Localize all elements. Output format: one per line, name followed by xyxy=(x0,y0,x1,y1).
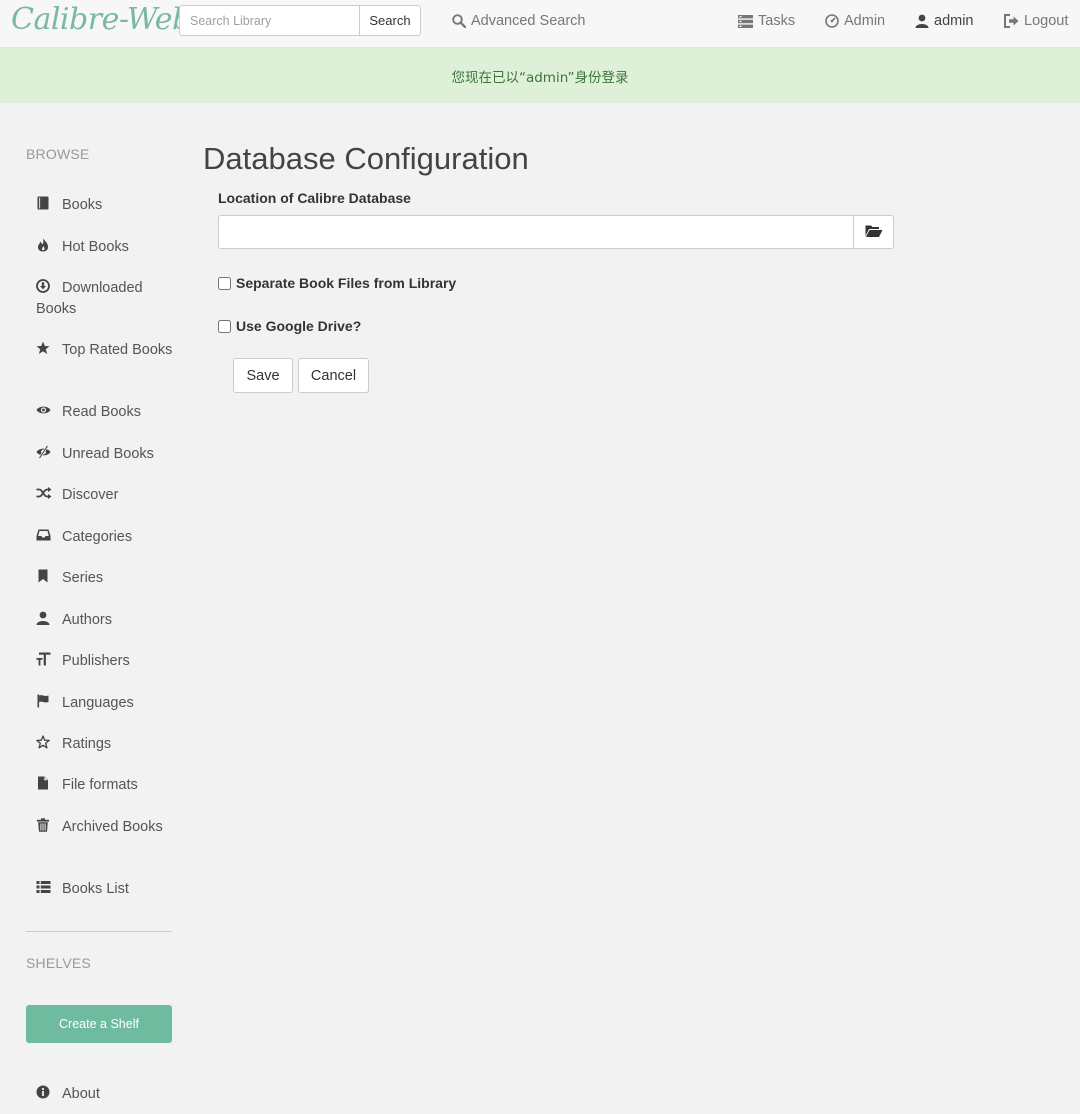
advanced-search-link[interactable]: Advanced Search xyxy=(452,13,585,29)
random-icon xyxy=(36,486,52,500)
top-navbar: Calibre-Web Search Advanced Search Tasks… xyxy=(0,0,1080,48)
sidebar-item-books-list[interactable]: Books List xyxy=(36,879,176,900)
search-input[interactable] xyxy=(179,5,360,36)
user-label: admin xyxy=(934,13,974,29)
sidebar-item-books[interactable]: Books xyxy=(36,195,176,216)
sidebar-item-authors[interactable]: Authors xyxy=(36,610,176,631)
browse-folder-button[interactable] xyxy=(853,215,894,249)
shelves-header: SHELVES xyxy=(26,955,91,971)
search-icon xyxy=(452,14,466,28)
tasks-label: Tasks xyxy=(758,13,796,29)
sidebar-divider xyxy=(26,931,172,932)
separate-files-label: Separate Book Files from Library xyxy=(236,275,457,291)
bookmark-icon xyxy=(36,569,52,583)
user-icon xyxy=(915,14,929,28)
advanced-search-label: Advanced Search xyxy=(471,13,586,29)
eye-slash-icon xyxy=(36,445,52,459)
logout-link[interactable]: Logout xyxy=(1004,13,1068,29)
brand-logo[interactable]: Calibre-Web xyxy=(11,2,191,37)
star-icon xyxy=(36,341,52,355)
separate-files-row: Separate Book Files from Library xyxy=(218,275,456,291)
create-shelf-button[interactable]: Create a Shelf xyxy=(26,1005,172,1043)
login-flash-message: 您现在已以“admin”身份登录 xyxy=(0,48,1080,103)
list-icon xyxy=(36,880,52,894)
sidebar-item-publishers[interactable]: Publishers xyxy=(36,651,176,672)
sidebar-item-languages[interactable]: Languages xyxy=(36,693,176,714)
admin-label: Admin xyxy=(844,13,886,29)
sidebar-item-file-formats[interactable]: File formats xyxy=(36,775,176,796)
tasks-link[interactable]: Tasks xyxy=(738,13,795,29)
sidebar-item-archived-books[interactable]: Archived Books xyxy=(36,817,176,838)
book-icon xyxy=(36,196,52,210)
sidebar-item-unread-books[interactable]: Unread Books xyxy=(36,444,176,465)
info-icon xyxy=(36,1085,52,1099)
google-drive-checkbox[interactable] xyxy=(218,319,231,333)
folder-open-icon xyxy=(865,224,883,241)
tasks-icon xyxy=(738,14,753,28)
logout-label: Logout xyxy=(1024,13,1069,29)
admin-link[interactable]: Admin xyxy=(825,13,885,29)
sidebar-item-downloaded-books[interactable]: Downloaded Books xyxy=(36,278,176,320)
user-icon xyxy=(36,611,52,625)
google-drive-label: Use Google Drive? xyxy=(236,318,362,334)
sidebar-item-series[interactable]: Series xyxy=(36,568,176,589)
logout-icon xyxy=(1004,14,1019,28)
sidebar-item-categories[interactable]: Categories xyxy=(36,527,176,548)
inbox-icon xyxy=(36,528,52,542)
sidebar-item-ratings[interactable]: Ratings xyxy=(36,734,176,755)
page-title: Database Configuration xyxy=(203,141,529,176)
sidebar-item-top-rated-books[interactable]: Top Rated Books xyxy=(36,340,176,361)
cancel-button[interactable]: Cancel xyxy=(298,358,369,393)
sidebar-item-hot-books[interactable]: Hot Books xyxy=(36,237,176,258)
flash-text: 您现在已以“admin”身份登录 xyxy=(451,69,629,86)
database-location-input[interactable] xyxy=(218,215,854,249)
fire-icon xyxy=(36,238,52,252)
dashboard-icon xyxy=(825,14,839,28)
save-button[interactable]: Save xyxy=(233,358,293,393)
separate-files-checkbox[interactable] xyxy=(218,276,231,290)
text-size-icon xyxy=(36,652,52,666)
download-circle-icon xyxy=(36,279,52,293)
google-drive-row: Use Google Drive? xyxy=(218,318,361,334)
search-button[interactable]: Search xyxy=(359,5,421,36)
eye-icon xyxy=(36,403,52,417)
browse-header: BROWSE xyxy=(26,146,90,162)
trash-icon xyxy=(36,818,52,832)
user-profile-link[interactable]: admin xyxy=(915,13,974,29)
sidebar-item-about[interactable]: About xyxy=(36,1084,176,1105)
star-empty-icon xyxy=(36,735,52,749)
sidebar-item-discover[interactable]: Discover xyxy=(36,485,176,506)
sidebar-item-read-books[interactable]: Read Books xyxy=(36,402,176,423)
file-icon xyxy=(36,776,52,790)
location-label: Location of Calibre Database xyxy=(218,190,411,206)
flag-icon xyxy=(36,694,52,708)
